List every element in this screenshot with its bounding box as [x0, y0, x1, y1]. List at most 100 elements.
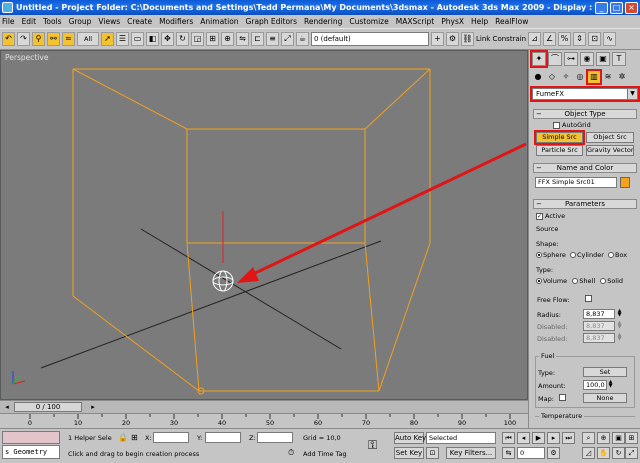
field-of-view-icon[interactable]: ◿: [582, 447, 595, 459]
menu-customize[interactable]: Customize: [349, 17, 388, 26]
menu-edit[interactable]: Edit: [22, 17, 37, 26]
menu-modifiers[interactable]: Modifiers: [159, 17, 193, 26]
move-icon[interactable]: ✥: [161, 32, 174, 46]
zoom-all-icon[interactable]: ⊕: [597, 432, 610, 444]
y-coord-field[interactable]: [205, 432, 241, 443]
maximize-viewport-icon[interactable]: ⤢: [625, 447, 638, 459]
unlink-icon[interactable]: ⚯: [47, 32, 60, 46]
lights-icon[interactable]: ✧: [560, 71, 572, 83]
link-constraint-icon[interactable]: ⛓: [461, 32, 474, 46]
category-dropdown[interactable]: FumeFX ▼: [530, 86, 640, 102]
shapes-icon[interactable]: ◇: [546, 71, 558, 83]
menu-file[interactable]: File: [2, 17, 15, 26]
z-coord-field[interactable]: [257, 432, 293, 443]
app-icon[interactable]: [2, 2, 13, 13]
select-link-icon[interactable]: ⚲: [32, 32, 45, 46]
parameters-rollout[interactable]: − Parameters: [533, 199, 637, 209]
x-coord-field[interactable]: [153, 432, 189, 443]
type-solid-radio[interactable]: [600, 278, 607, 284]
fuel-amount-field[interactable]: 100,0: [583, 380, 607, 390]
menu-animation[interactable]: Animation: [200, 17, 238, 26]
layer-add-icon[interactable]: +: [431, 32, 444, 46]
layer-dropdown[interactable]: 0 (default): [311, 32, 429, 46]
object-color-swatch[interactable]: [620, 177, 630, 188]
maxscript-mini-listener[interactable]: s Geometry: [2, 445, 60, 459]
selection-filter-dropdown[interactable]: All: [77, 32, 99, 46]
align-icon[interactable]: ⊏: [251, 32, 264, 46]
time-next-icon[interactable]: ▸: [88, 402, 98, 412]
menu-graph-editors[interactable]: Graph Editors: [246, 17, 298, 26]
reference-coord-icon[interactable]: ⊞: [206, 32, 219, 46]
perspective-viewport[interactable]: Perspective: [0, 50, 528, 400]
spinner-snap-icon[interactable]: ⇕: [573, 32, 587, 46]
active-check-box[interactable]: ✓: [536, 212, 543, 220]
systems-icon[interactable]: ✲: [616, 71, 628, 83]
shape-sphere-radio[interactable]: [536, 252, 542, 258]
percent-snap-icon[interactable]: %: [558, 32, 572, 46]
time-slider[interactable]: ◂ 0 / 100 ▸: [0, 400, 528, 413]
mirror-icon[interactable]: ⇋: [236, 32, 249, 46]
next-frame-icon[interactable]: ▸: [547, 432, 560, 444]
time-tag-icon[interactable]: ⏱: [288, 448, 294, 458]
frame-ruler[interactable]: 0 10 20 30 40 50 60 70 80 90 100: [0, 413, 528, 428]
fuel-amount-spinner-icon[interactable]: ▲ ▼: [608, 380, 613, 389]
orbit-icon[interactable]: ↻: [612, 447, 625, 459]
object-name-field[interactable]: FFX Simple Src01: [535, 177, 617, 188]
name-color-rollout[interactable]: − Name and Color: [533, 163, 637, 173]
time-config-icon[interactable]: ⚙: [547, 447, 560, 459]
motion-tab-icon[interactable]: ◉: [580, 52, 594, 66]
redo-icon[interactable]: ↷: [17, 32, 30, 46]
hierarchy-tab-icon[interactable]: ⊶: [564, 52, 578, 66]
menu-rendering[interactable]: Rendering: [304, 17, 342, 26]
lock-selection-icon[interactable]: 🔒: [118, 433, 128, 442]
time-slider-handle[interactable]: 0 / 100: [14, 402, 82, 412]
select-by-name-icon[interactable]: ☰: [116, 32, 129, 46]
object-type-rollout[interactable]: − Object Type: [533, 109, 637, 119]
absolute-mode-icon[interactable]: ⊞: [131, 433, 138, 442]
fuel-map-button[interactable]: None: [583, 393, 627, 403]
named-selection-icon[interactable]: ⊡: [588, 32, 602, 46]
rotate-icon[interactable]: ↻: [176, 32, 189, 46]
layer-props-icon[interactable]: ⚙: [446, 32, 459, 46]
menu-group[interactable]: Group: [69, 17, 92, 26]
window-crossing-icon[interactable]: ◧: [146, 32, 159, 46]
gravity-vector-button[interactable]: Gravity Vector: [586, 145, 634, 156]
auto-key-button[interactable]: Auto Key: [394, 432, 426, 444]
snap-icon[interactable]: ⊿: [528, 32, 542, 46]
type-volume-radio[interactable]: [536, 278, 542, 284]
play-icon[interactable]: ▶: [532, 432, 545, 444]
key-mode-dropdown[interactable]: Selected: [426, 432, 496, 444]
bind-space-warp-icon[interactable]: ≈: [62, 32, 75, 46]
pivot-icon[interactable]: ⊕: [221, 32, 234, 46]
radius-spinner-icon[interactable]: ▲ ▼: [617, 309, 622, 318]
undo-icon[interactable]: ↶: [2, 32, 15, 46]
time-prev-icon[interactable]: ◂: [2, 402, 12, 412]
zoom-extents-all-icon[interactable]: ⊞: [625, 432, 638, 444]
key-mode-icon[interactable]: ⊡: [426, 447, 439, 459]
menu-tools[interactable]: Tools: [43, 17, 61, 26]
set-key-button[interactable]: Set Key: [394, 447, 424, 459]
teapot-render-icon[interactable]: ☕: [296, 32, 309, 46]
simple-src-button[interactable]: Simple Src: [534, 130, 585, 145]
radius-field[interactable]: 8,837: [583, 309, 615, 319]
menu-maxscript[interactable]: MAXScript: [396, 17, 435, 26]
current-frame-field[interactable]: 0: [517, 447, 545, 459]
viewport-label[interactable]: Perspective: [5, 53, 48, 62]
create-tab-icon[interactable]: ✦: [530, 50, 548, 68]
zoom-extents-icon[interactable]: ▣: [612, 432, 625, 444]
key-filters-button[interactable]: Key Filters...: [446, 447, 496, 459]
shape-cylinder-radio[interactable]: [569, 252, 576, 258]
scale-icon[interactable]: ◲: [191, 32, 204, 46]
menu-realflow[interactable]: RealFlow: [495, 17, 528, 26]
select-mode-icon[interactable]: ⤢: [281, 32, 294, 46]
maximize-button[interactable]: □: [610, 1, 623, 14]
menu-help[interactable]: Help: [471, 17, 488, 26]
cameras-icon[interactable]: ◎: [574, 71, 586, 83]
go-to-start-icon[interactable]: ⏮: [502, 432, 515, 444]
angle-snap-icon[interactable]: ∠: [543, 32, 557, 46]
chevron-down-icon[interactable]: ▼: [627, 89, 637, 99]
geometry-icon[interactable]: ●: [532, 71, 544, 83]
curve-editor-icon[interactable]: ∿: [603, 32, 617, 46]
region-select-icon[interactable]: ▭: [131, 32, 144, 46]
zoom-icon[interactable]: ⌕: [582, 432, 595, 444]
